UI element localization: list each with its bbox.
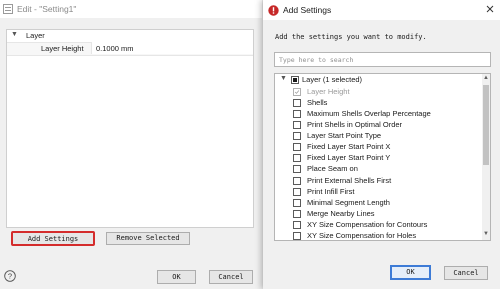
checkbox[interactable]: [293, 177, 301, 185]
item-label: XY Size Compensation for Holes: [307, 231, 417, 240]
group-header-layer[interactable]: ▼ Layer (1 selected): [280, 75, 480, 86]
alert-icon: [268, 5, 279, 16]
checkbox[interactable]: [293, 143, 301, 151]
group-label: Layer: [26, 31, 45, 40]
list-item-maximum-shells-overlap-percentage[interactable]: Maximum Shells Overlap Percentage: [293, 109, 478, 120]
scroll-down-icon[interactable]: ▼: [483, 231, 489, 237]
ok-button[interactable]: OK: [157, 270, 196, 284]
item-label: Print External Shells First: [307, 176, 392, 185]
ok-button[interactable]: OK: [390, 265, 431, 280]
item-label: Shells: [307, 98, 328, 107]
group-checkbox[interactable]: [291, 76, 299, 84]
list-item-layer-height: Layer Height: [293, 87, 478, 98]
checkbox[interactable]: [293, 165, 301, 173]
instruction-text: Add the settings you want to modify.: [275, 33, 427, 41]
list-item-fixed-layer-start-point-x[interactable]: Fixed Layer Start Point X: [293, 142, 478, 153]
checkbox[interactable]: [293, 110, 301, 118]
checkbox[interactable]: [293, 99, 301, 107]
list-item-print-shells-in-optimal-order[interactable]: Print Shells in Optimal Order: [293, 120, 478, 131]
app-icon: [3, 4, 13, 14]
add-settings-button[interactable]: Add Settings: [11, 231, 95, 246]
item-label: Layer Start Point Type: [307, 131, 382, 140]
group-header-layer[interactable]: ▼ Layer: [7, 30, 253, 41]
checkmark-icon: [293, 88, 301, 96]
checkbox[interactable]: [293, 199, 301, 207]
cancel-button[interactable]: Cancel: [444, 266, 488, 280]
checkbox[interactable]: [293, 121, 301, 129]
dialog-titlebar: Add Settings: [263, 0, 500, 20]
list-item-print-infill-first[interactable]: Print Infill First: [293, 187, 478, 198]
list-item-fixed-layer-start-point-y[interactable]: Fixed Layer Start Point Y: [293, 153, 478, 164]
checkbox[interactable]: [293, 154, 301, 162]
checkbox[interactable]: [293, 232, 301, 240]
item-label: Print Infill First: [307, 187, 355, 196]
list-item-xy-size-compensation-for-contours[interactable]: XY Size Compensation for Contours: [293, 220, 478, 231]
list-item-shells[interactable]: Shells: [293, 98, 478, 109]
item-label: Print Shells in Optimal Order: [307, 120, 403, 129]
chevron-down-icon[interactable]: ▼: [11, 31, 18, 38]
checkbox[interactable]: [293, 188, 301, 196]
settings-list[interactable]: ▼ Layer (1 selected) Layer Height Shells…: [274, 73, 491, 241]
group-label: Layer (1 selected): [302, 75, 363, 84]
close-icon[interactable]: [484, 3, 496, 15]
item-label: XY Size Compensation for Contours: [307, 220, 428, 229]
list-scrollbar[interactable]: ▲ ▼: [482, 74, 490, 240]
search-field[interactable]: [274, 52, 491, 67]
cancel-button[interactable]: Cancel: [209, 270, 253, 284]
edit-window-title: Edit - "Setting1": [17, 4, 77, 14]
item-label: Merge Nearby Lines: [307, 209, 375, 218]
add-settings-dialog: Add Settings Add the settings you want t…: [263, 0, 500, 289]
checkbox[interactable]: [293, 221, 301, 229]
item-label: Minimal Segment Length: [307, 198, 390, 207]
list-item-place-seam-on[interactable]: Place Seam on: [293, 164, 478, 175]
item-label: Fixed Layer Start Point Y: [307, 153, 391, 162]
remove-selected-button[interactable]: Remove Selected: [106, 232, 190, 245]
item-label: Maximum Shells Overlap Percentage: [307, 109, 431, 118]
item-label: Fixed Layer Start Point X: [307, 142, 391, 151]
edit-window: Edit - "Setting1" ▼ Layer Layer Height 0…: [0, 0, 262, 289]
list-item-print-external-shells-first[interactable]: Print External Shells First: [293, 176, 478, 187]
checkbox[interactable]: [293, 132, 301, 140]
scroll-up-icon[interactable]: ▲: [483, 75, 489, 81]
dialog-title: Add Settings: [283, 5, 332, 15]
layer-height-value-field[interactable]: 0.1000 mm: [91, 42, 253, 54]
item-label: Place Seam on: [307, 164, 358, 173]
setting-row-layer-height[interactable]: Layer Height 0.1000 mm: [7, 42, 253, 56]
setting-value: 0.1000 mm: [96, 44, 134, 53]
help-icon[interactable]: ?: [4, 270, 16, 282]
settings-panel: ▼ Layer Layer Height 0.1000 mm: [6, 29, 254, 228]
list-item-xy-size-compensation-for-holes[interactable]: XY Size Compensation for Holes: [293, 231, 478, 240]
search-input[interactable]: [275, 53, 490, 66]
svg-text:?: ?: [8, 272, 12, 281]
list-item-merge-nearby-lines[interactable]: Merge Nearby Lines: [293, 209, 478, 220]
item-label: Layer Height: [307, 87, 350, 96]
chevron-down-icon[interactable]: ▼: [280, 75, 287, 82]
edit-titlebar: Edit - "Setting1": [0, 0, 262, 18]
scroll-thumb[interactable]: [483, 85, 489, 165]
setting-name: Layer Height: [41, 44, 84, 53]
list-item-layer-start-point-type[interactable]: Layer Start Point Type: [293, 131, 478, 142]
list-item-minimal-segment-length[interactable]: Minimal Segment Length: [293, 198, 478, 209]
checkbox[interactable]: [293, 210, 301, 218]
